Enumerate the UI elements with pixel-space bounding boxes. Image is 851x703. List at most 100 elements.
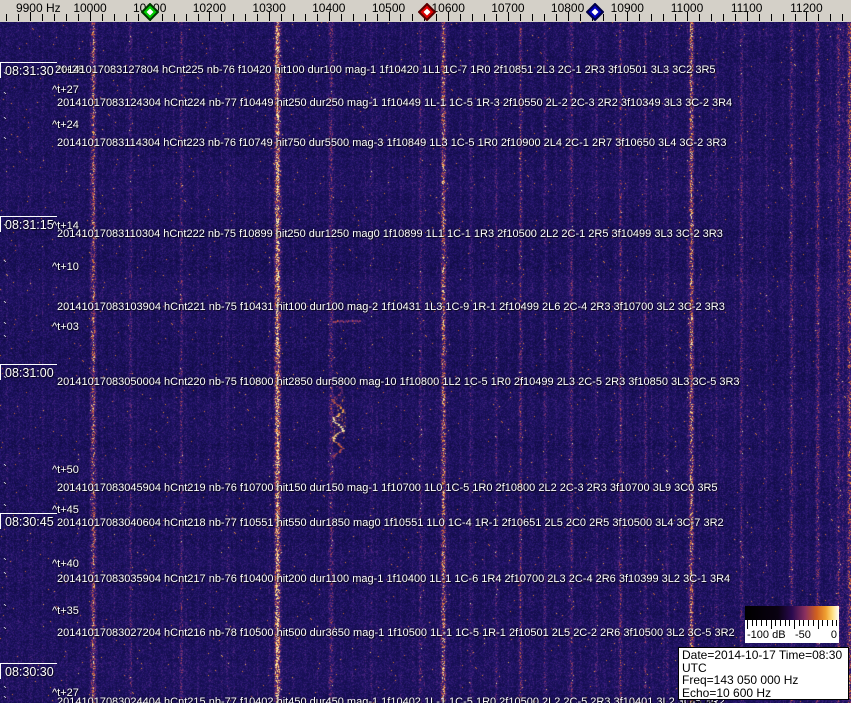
ruler-tick — [842, 14, 844, 21]
ruler-tick — [698, 14, 700, 21]
db-ruler-tick — [770, 620, 772, 629]
frequency-ruler: 9900 Hz100001010010200103001040010500106… — [0, 0, 851, 22]
db-ruler-tick — [812, 620, 814, 626]
ruler-tick — [484, 14, 485, 21]
db-ruler-tick — [756, 620, 758, 626]
ruler-tick — [245, 14, 247, 21]
info-date-time: Date=2014-10-17 Time=08:30 UTC — [682, 648, 843, 675]
spectrogram-canvas — [0, 22, 851, 703]
blue-marker-diamond-icon[interactable] — [585, 2, 605, 22]
db-label-min: -100 dB — [747, 629, 786, 641]
db-labels: -100 dB -50 0 — [745, 629, 839, 643]
ruler-tick — [197, 14, 199, 21]
ruler-tick — [400, 14, 402, 21]
ruler-tick — [173, 14, 175, 21]
ruler-tick — [663, 14, 665, 21]
ruler-tick — [734, 14, 736, 21]
db-ruler-tick — [784, 620, 786, 626]
ruler-tick — [472, 14, 474, 21]
ruler-tick — [722, 14, 724, 21]
info-frequency: Freq=143 050 000 Hz — [682, 673, 799, 687]
ruler-tick — [101, 14, 103, 21]
ruler-tick — [137, 14, 139, 21]
ruler-tick — [794, 14, 796, 21]
ruler-tick — [770, 14, 772, 21]
ruler-tick — [651, 14, 653, 21]
db-ruler-tick — [747, 620, 748, 629]
ruler-tick — [340, 14, 342, 21]
ruler-tick — [233, 14, 235, 21]
freq-label: 10800 — [550, 1, 585, 15]
red-marker-diamond-icon[interactable] — [417, 2, 437, 22]
ruler-tick — [221, 14, 223, 21]
ruler-tick — [782, 14, 784, 21]
ruler-tick — [352, 14, 354, 21]
ruler-tick — [543, 14, 545, 21]
db-ruler-tick — [751, 620, 753, 626]
ruler-tick — [710, 14, 712, 21]
ruler-tick — [66, 14, 68, 21]
db-ruler-tick — [765, 620, 767, 626]
green-marker-diamond-icon[interactable] — [140, 2, 160, 22]
freq-label: 10500 — [371, 1, 406, 15]
ruler-tick — [161, 14, 163, 21]
ruler-tick — [519, 14, 521, 21]
ruler-tick — [818, 14, 820, 21]
ruler-tick — [257, 14, 259, 21]
freq-label: 10200 — [192, 1, 227, 15]
freq-label: 11100 — [730, 1, 763, 15]
freq-label: 10600 — [431, 1, 465, 15]
db-ruler-tick — [789, 620, 791, 626]
db-ruler-tick — [822, 620, 824, 626]
freq-label: 10900 — [610, 1, 644, 15]
db-label-mid: -50 — [795, 629, 811, 641]
ruler-tick — [412, 14, 414, 21]
ruler-tick — [579, 14, 581, 21]
ruler-tick — [125, 14, 127, 21]
ruler-tick — [496, 14, 497, 21]
ruler-tick — [293, 14, 294, 21]
ruler-tick — [675, 14, 677, 21]
ruler-tick — [639, 14, 641, 21]
freq-label: 10700 — [491, 1, 525, 15]
ruler-tick — [185, 14, 187, 21]
ruler-tick — [78, 14, 80, 21]
db-ruler-tick — [803, 620, 805, 626]
db-scale-legend: -100 dB -50 0 — [745, 606, 839, 643]
ruler-tick — [436, 14, 438, 21]
ruler-tick — [758, 14, 760, 21]
db-ruler-tick — [775, 620, 777, 626]
ruler-tick — [113, 14, 115, 21]
db-ruler-tick — [798, 620, 800, 626]
freq-label: 11000 — [670, 1, 704, 15]
ruler-tick — [460, 14, 462, 21]
db-label-max: 0 — [830, 629, 837, 641]
db-gradient-bar — [745, 606, 839, 620]
meteor-echo-monitor-window: 9900 Hz100001010010200103001040010500106… — [0, 0, 851, 703]
ruler-tick — [42, 14, 44, 21]
ruler-tick — [304, 14, 306, 21]
freq-label: 10300 — [252, 1, 286, 15]
db-ruler-tick — [826, 620, 828, 626]
db-ruler-tick — [794, 620, 795, 629]
ruler-tick — [54, 14, 56, 21]
ruler-tick — [18, 14, 20, 21]
status-info-box: Date=2014-10-17 Time=08:30 UTC Freq=143 … — [678, 647, 849, 703]
db-ruler-tick — [808, 620, 810, 626]
ruler-tick — [6, 14, 8, 21]
info-station-code: HPHK — [682, 699, 848, 703]
db-ruler-tick — [761, 620, 763, 626]
ruler-tick — [555, 14, 557, 21]
freq-label: 11200 — [790, 1, 823, 15]
freq-label: 10400 — [312, 1, 346, 15]
db-ruler-tick — [831, 620, 833, 626]
ruler-tick — [316, 14, 318, 21]
db-ruler-tick — [817, 620, 819, 629]
ruler-tick — [376, 14, 378, 21]
db-ruler-tick — [836, 620, 838, 626]
ruler-tick — [830, 14, 832, 21]
freq-label: 10000 — [73, 1, 107, 15]
ruler-tick — [364, 14, 366, 21]
freq-label: 9900 Hz — [15, 1, 61, 15]
db-ruler-tick — [779, 620, 781, 626]
